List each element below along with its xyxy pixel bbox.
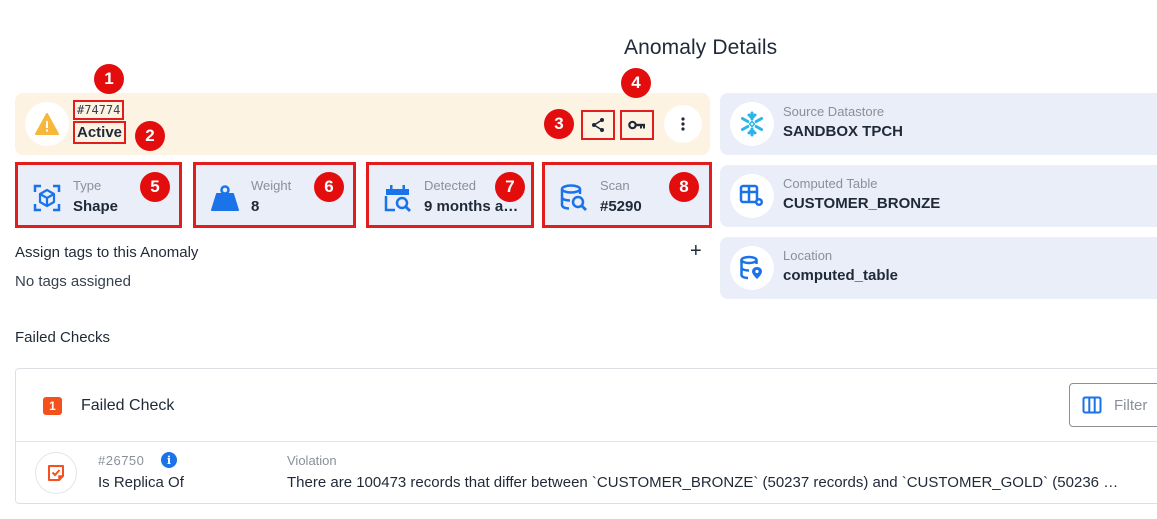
columns-icon (1082, 396, 1102, 414)
warning-badge (25, 102, 69, 146)
computed-table-value[interactable]: CUSTOMER_BRONZE (783, 195, 940, 212)
share-icon (592, 118, 604, 132)
key-button[interactable] (620, 110, 654, 140)
share-button[interactable] (581, 110, 615, 140)
source-datastore-label: Source Datastore (783, 104, 885, 119)
cube-scan-icon (33, 184, 61, 212)
database-location-icon (740, 255, 762, 280)
computed-table-card: Computed Table CUSTOMER_BRONZE (720, 165, 1157, 227)
failed-check-header-label: Failed Check (81, 397, 175, 414)
weight-value: 8 (251, 198, 260, 215)
annotation-badge-7: 7 (495, 172, 525, 202)
filter-label: Filter (1114, 396, 1148, 414)
add-tag-button[interactable]: + (690, 241, 702, 261)
location-label: Location (783, 248, 833, 263)
key-icon (628, 120, 645, 130)
more-vertical-icon (681, 117, 685, 131)
warning-triangle-icon (35, 113, 59, 135)
violation-text: There are 100473 records that differ bet… (287, 474, 1122, 491)
check-id[interactable]: #26750 (98, 453, 144, 468)
failed-checks-panel: 1 Failed Check Filter #26750 i Is Replic… (15, 368, 1157, 504)
annotation-badge-2: 2 (135, 121, 165, 151)
location-value: computed_table (783, 267, 899, 284)
violation-label: Violation (287, 453, 337, 468)
detected-label: Detected (424, 178, 477, 193)
annotation-badge-8: 8 (669, 172, 699, 202)
info-icon[interactable]: i (161, 452, 177, 468)
anomaly-header-card: #74774 Active (15, 93, 710, 155)
type-label: Type (73, 178, 102, 193)
check-name: Is Replica Of (98, 474, 184, 491)
failed-check-row[interactable]: #26750 i Is Replica Of Violation There a… (16, 442, 1157, 504)
computed-table-label: Computed Table (783, 176, 878, 191)
annotation-badge-3: 3 (544, 109, 574, 139)
source-datastore-card: Source Datastore SANDBOX TPCH (720, 93, 1157, 155)
annotation-badge-1: 1 (94, 64, 124, 94)
weight-icon (211, 185, 239, 211)
tags-empty-text: No tags assigned (15, 273, 131, 290)
annotation-badge-5: 5 (140, 172, 170, 202)
failed-checks-header: 1 Failed Check Filter (16, 369, 1157, 442)
table-gear-icon (739, 184, 763, 206)
anomaly-id: #74774 (73, 100, 125, 120)
failed-check-count-badge: 1 (43, 397, 62, 415)
type-value: Shape (73, 198, 119, 215)
weight-label: Weight (251, 178, 292, 193)
tags-title: Assign tags to this Anomaly (15, 244, 199, 261)
annotation-badge-4: 4 (621, 68, 651, 98)
check-note-icon (48, 465, 64, 481)
snowflake-icon (741, 111, 763, 137)
page-title: Anomaly Details (624, 36, 778, 59)
anomaly-status: Active (73, 121, 127, 144)
filter-button[interactable]: Filter (1069, 383, 1157, 427)
source-datastore-value[interactable]: SANDBOX TPCH (783, 123, 903, 140)
calendar-search-icon (384, 185, 411, 212)
scan-value[interactable]: #5290 (600, 198, 642, 215)
database-search-icon (560, 184, 587, 211)
failed-checks-title: Failed Checks (15, 329, 111, 346)
location-card: Location computed_table (720, 237, 1157, 299)
scan-label: Scan (600, 178, 630, 193)
more-options-button[interactable] (664, 105, 702, 143)
annotation-badge-6: 6 (314, 172, 344, 202)
